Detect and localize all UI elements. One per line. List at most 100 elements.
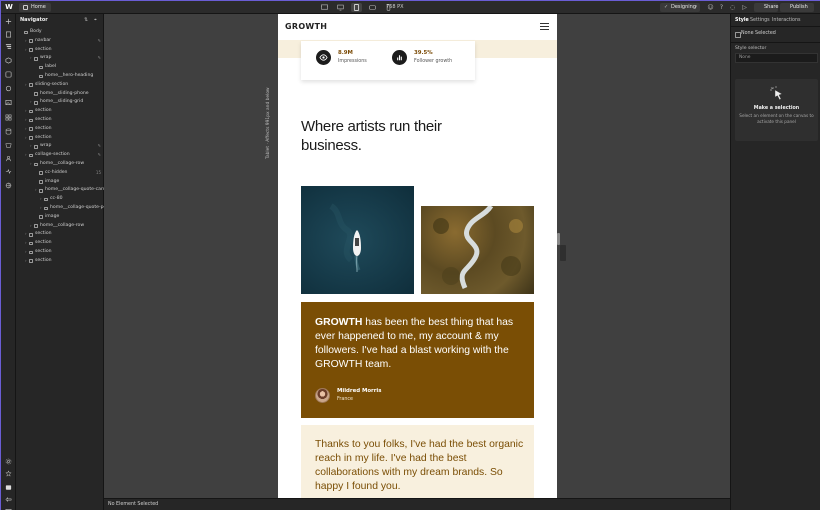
- site-navbar[interactable]: GROWTH: [278, 14, 557, 40]
- element-box-icon: [34, 92, 38, 96]
- chevron-right-icon[interactable]: ›: [25, 257, 27, 266]
- breakpoint-mobile-landscape-icon[interactable]: [367, 3, 378, 12]
- navigator-tree-item[interactable]: › section: [16, 46, 104, 55]
- site-preview-frame[interactable]: GROWTH 8.9M Impressions 39.5% Follower g…: [278, 14, 557, 498]
- audit-icon[interactable]: [5, 470, 12, 477]
- ecommerce-icon[interactable]: [5, 142, 12, 149]
- tab-style[interactable]: Style: [735, 14, 749, 27]
- chevron-right-icon[interactable]: ›: [25, 134, 27, 143]
- navigator-tree-item[interactable]: › cc-80: [16, 195, 104, 204]
- chevron-right-icon[interactable]: ›: [40, 204, 42, 213]
- site-brand-logo[interactable]: GROWTH: [285, 22, 327, 31]
- chevron-right-icon[interactable]: ›: [40, 195, 42, 204]
- section-headline: Where artists run their business.: [301, 118, 442, 154]
- navigator-tree-item[interactable]: › wrap ✎: [16, 54, 104, 63]
- hamburger-menu-icon[interactable]: [540, 23, 549, 30]
- chevron-right-icon[interactable]: ›: [25, 151, 27, 160]
- collage-quote-card[interactable]: GROWTH has been the best thing that has …: [301, 302, 534, 418]
- navigator-tree-item[interactable]: › collage-section ✎: [16, 151, 104, 160]
- cms-icon[interactable]: [5, 128, 12, 135]
- navigator-tree-item[interactable]: › home__collage-quote-card: [16, 186, 106, 195]
- localization-icon[interactable]: [5, 182, 12, 189]
- add-icon[interactable]: [5, 18, 12, 25]
- apps-icon[interactable]: [5, 114, 12, 121]
- chevron-right-icon[interactable]: ›: [35, 186, 37, 195]
- navigator-tree-item[interactable]: image: [16, 178, 104, 187]
- navigator-tree-item[interactable]: › section: [16, 125, 104, 134]
- navigator-tree-item[interactable]: › wrap ✎: [16, 142, 104, 151]
- style-selector-input[interactable]: None: [735, 53, 818, 63]
- chevron-right-icon[interactable]: ›: [25, 230, 27, 239]
- tab-settings[interactable]: Settings: [750, 14, 770, 27]
- navigator-tree-item[interactable]: image: [16, 213, 104, 222]
- user-icon[interactable]: ☺: [707, 4, 714, 11]
- chevron-right-icon[interactable]: ›: [25, 81, 27, 90]
- pin-icon[interactable]: ⌖: [94, 14, 97, 27]
- element-box-icon: [29, 48, 33, 52]
- tab-interactions[interactable]: Interactions: [772, 14, 801, 27]
- navigator-tree-item[interactable]: › section: [16, 230, 104, 239]
- breakpoint-large-desktop-icon[interactable]: [319, 3, 330, 12]
- yacht-aerial-image[interactable]: [301, 186, 414, 294]
- chevron-right-icon[interactable]: ›: [25, 248, 27, 257]
- navigator-tree-item[interactable]: › sliding-section: [16, 81, 104, 90]
- navigator-tree-item[interactable]: › section: [16, 239, 104, 248]
- page-selector[interactable]: Home: [19, 3, 51, 12]
- canvas-resize-handle[interactable]: [560, 245, 566, 261]
- navigator-tree-item[interactable]: › section: [16, 116, 104, 125]
- navigator-tree-item[interactable]: Body: [16, 28, 104, 37]
- users-icon[interactable]: [5, 155, 12, 162]
- chevron-right-icon[interactable]: ›: [25, 116, 27, 125]
- pages-icon[interactable]: [5, 31, 12, 38]
- navigator-tree-item[interactable]: cc-hidden 15: [16, 169, 104, 178]
- collage-quote-card-2[interactable]: Thanks to you folks, I've had the best o…: [301, 425, 534, 498]
- navigator-tree-item[interactable]: › section: [16, 134, 104, 143]
- collapse-all-icon[interactable]: ⇅: [84, 14, 88, 27]
- canvas-scroll-handle[interactable]: [557, 233, 560, 245]
- logic-icon[interactable]: [5, 168, 12, 175]
- navigator-tree-item[interactable]: label: [16, 63, 104, 72]
- page-icon: [23, 5, 28, 10]
- chevron-right-icon[interactable]: ›: [25, 125, 27, 134]
- chevron-right-icon[interactable]: ›: [30, 98, 32, 107]
- variables-icon[interactable]: [5, 71, 12, 78]
- forest-road-image[interactable]: [421, 206, 534, 294]
- breakpoint-tablet-icon[interactable]: [351, 3, 362, 12]
- help-icon[interactable]: ?: [718, 4, 725, 11]
- chevron-right-icon[interactable]: ›: [25, 239, 27, 248]
- video-tutorials-icon[interactable]: [5, 484, 12, 491]
- navigator-tree-item[interactable]: › section: [16, 257, 104, 266]
- navigator-tree-item[interactable]: › home__collage-row: [16, 160, 104, 169]
- navigator-tree-item[interactable]: › home__collage-quote-person: [16, 204, 116, 213]
- navigator-tree-item[interactable]: › navbar ✎: [16, 37, 104, 46]
- components-icon[interactable]: [5, 57, 12, 64]
- mode-dropdown[interactable]: Designing: [660, 3, 700, 12]
- navigator-item-label: wrap: [40, 55, 52, 61]
- navigator-tree-item[interactable]: › section: [16, 107, 104, 116]
- settings-gear-icon[interactable]: [5, 458, 12, 465]
- style-manager-icon[interactable]: [5, 85, 12, 92]
- navigator-tree-item[interactable]: home__hero-heading: [16, 72, 104, 81]
- navigator-tree-item[interactable]: › home__sliding-grid: [16, 98, 104, 107]
- navigator-item-label: section: [35, 134, 52, 140]
- webflow-logo[interactable]: W: [4, 3, 14, 12]
- chevron-right-icon[interactable]: ›: [25, 46, 27, 55]
- chevron-right-icon[interactable]: ›: [30, 142, 32, 151]
- keyboard-icon[interactable]: [5, 496, 12, 503]
- element-box-icon: [29, 127, 33, 131]
- navigator-icon[interactable]: [5, 43, 12, 50]
- preview-play-icon[interactable]: ▷: [741, 4, 748, 11]
- chevron-right-icon[interactable]: ›: [30, 54, 32, 63]
- navigator-tree-item[interactable]: home__sliding-phone: [16, 90, 104, 99]
- chevron-right-icon[interactable]: ›: [25, 37, 27, 46]
- navigator-tree-item[interactable]: › home__collage-row: [16, 222, 104, 231]
- comments-icon[interactable]: ◌: [729, 4, 736, 11]
- chevron-right-icon[interactable]: ›: [25, 107, 27, 116]
- chevron-right-icon[interactable]: ›: [30, 222, 32, 231]
- chevron-right-icon[interactable]: ›: [30, 160, 32, 169]
- share-button[interactable]: Share: [754, 3, 778, 12]
- navigator-tree-item[interactable]: › section: [16, 248, 104, 257]
- assets-icon[interactable]: [5, 99, 12, 106]
- breakpoint-desktop-icon[interactable]: [335, 3, 346, 12]
- publish-button[interactable]: Publish: [780, 3, 814, 12]
